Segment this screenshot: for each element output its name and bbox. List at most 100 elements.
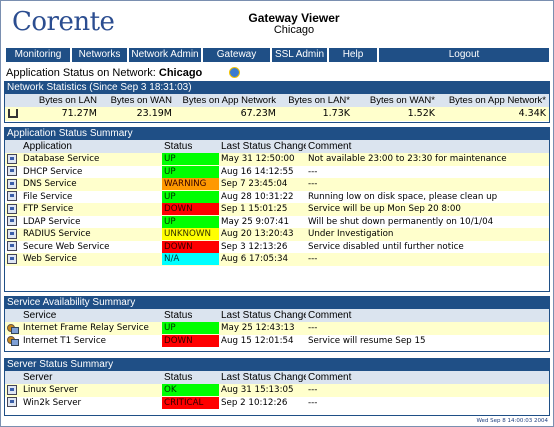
server-row[interactable]: Linux Server OK Aug 31 15:13:05 --- — [5, 384, 549, 397]
nav-logout[interactable]: Logout — [379, 48, 549, 62]
row-name[interactable]: FTP Service — [21, 203, 162, 216]
application-row[interactable]: DHCP Service UP Aug 16 14:12:55 --- — [5, 165, 549, 178]
nav-gateway-admin[interactable]: Gateway Admin — [203, 48, 272, 74]
application-icon[interactable] — [7, 216, 17, 226]
row-status-cell: DOWN — [162, 203, 219, 216]
status-badge: CRITICAL — [162, 396, 219, 409]
network-icon[interactable] — [8, 109, 18, 118]
row-status-cell: UP — [162, 215, 219, 228]
row-name[interactable]: Database Service — [21, 153, 162, 166]
col-status[interactable]: Status — [162, 371, 219, 384]
nav-networks[interactable]: Networks — [72, 48, 129, 62]
row-name[interactable]: Internet T1 Service — [21, 334, 162, 347]
service-availability-table: Service Status Last Status Change Commen… — [5, 309, 549, 347]
application-icon[interactable] — [7, 191, 17, 201]
row-status-cell: UP — [162, 322, 219, 335]
status-badge: UP — [162, 215, 219, 228]
row-name[interactable]: DNS Service — [21, 178, 162, 191]
row-status-cell: UP — [162, 190, 219, 203]
status-badge: UP — [162, 165, 219, 178]
col-server[interactable]: Server — [21, 371, 162, 384]
row-name[interactable]: DHCP Service — [21, 165, 162, 178]
row-name[interactable]: Internet Frame Relay Service — [21, 322, 162, 335]
application-row[interactable]: RADIUS Service UNKNOWN Aug 20 13:20:43 Unde… — [5, 228, 549, 241]
service-icon[interactable] — [7, 335, 19, 346]
status-badge: UP — [162, 153, 219, 166]
status-badge: DOWN — [162, 334, 219, 347]
stats-header-5: Bytes on WAN* — [353, 94, 438, 107]
row-comment: --- — [306, 396, 549, 409]
row-name[interactable]: LDAP Service — [21, 215, 162, 228]
row-icon-cell — [5, 228, 21, 241]
row-last-change: Sep 2 10:12:26 — [219, 396, 306, 409]
row-name[interactable]: File Service — [21, 190, 162, 203]
network-status-heading: Application Status on Network: Chicago — [6, 67, 202, 79]
application-icon[interactable] — [7, 178, 17, 189]
network-statistics-title: Network Statistics (Since Sep 3 18:31:03… — [5, 82, 549, 94]
row-status-cell: UNKNOWN — [162, 228, 219, 241]
main-nav: MonitoringNetworksNetwork AdminGateway A… — [6, 48, 549, 74]
application-icon[interactable] — [7, 166, 17, 176]
stats-header-6: Bytes on App Network* — [438, 94, 549, 107]
row-name[interactable]: RADIUS Service — [21, 228, 162, 241]
application-row[interactable]: LDAP Service UP May 25 9:07:41 Will be shut… — [5, 215, 549, 228]
row-comment: --- — [306, 384, 549, 397]
application-row[interactable]: Web Service N/A Aug 6 17:05:34 --- — [5, 253, 549, 266]
application-icon[interactable] — [7, 228, 17, 239]
row-last-change: Aug 6 17:05:34 — [219, 253, 306, 266]
col-comment: Comment — [306, 309, 549, 322]
row-comment: --- — [306, 165, 549, 178]
row-comment: Will be shut down permanently on 10/1/04 — [306, 215, 549, 228]
application-icon[interactable] — [7, 253, 17, 264]
row-icon-cell — [5, 178, 21, 191]
row-name[interactable]: Linux Server — [21, 384, 162, 397]
nav-network-admin[interactable]: Network Admin — [129, 48, 203, 62]
network-icon-cell[interactable] — [5, 107, 21, 121]
server-status-title: Server Status Summary — [5, 359, 549, 371]
page-title: Gateway Viewer — [248, 11, 340, 25]
application-row[interactable]: DNS Service WARNING Sep 7 23:45:04 --- — [5, 178, 549, 191]
refresh-icon[interactable] — [229, 67, 240, 78]
col-status[interactable]: Status — [162, 309, 219, 322]
row-status-cell: DOWN — [162, 334, 219, 347]
application-icon[interactable] — [7, 203, 17, 214]
col-service[interactable]: Service — [21, 309, 162, 322]
row-name[interactable]: Win2k Server — [21, 396, 162, 409]
application-row[interactable]: FTP Service DOWN Sep 1 15:01:25 Service wil… — [5, 203, 549, 216]
header-spacer — [5, 309, 21, 322]
application-row[interactable]: Database Service UP May 31 12:50:00 Not ava… — [5, 153, 549, 166]
row-icon-cell — [5, 153, 21, 166]
col-status[interactable]: Status — [162, 140, 219, 153]
application-icon[interactable] — [7, 153, 17, 164]
server-row[interactable]: Win2k Server CRITICAL Sep 2 10:12:26 --- — [5, 396, 549, 409]
row-last-change: Aug 15 12:01:54 — [219, 334, 306, 347]
stats-value-4: 1.73K — [279, 107, 353, 121]
application-icon[interactable] — [7, 241, 17, 251]
nav-monitoring[interactable]: Monitoring — [6, 48, 72, 62]
application-row[interactable]: Secure Web Service DOWN Sep 3 12:13:26 Serv… — [5, 240, 549, 253]
server-status-header-row: Server Status Last Status Change Comment — [5, 371, 549, 384]
col-last-change[interactable]: Last Status Change — [219, 140, 306, 153]
server-icon[interactable] — [7, 384, 17, 395]
col-last-change[interactable]: Last Status Change — [219, 309, 306, 322]
service-icon[interactable] — [7, 323, 19, 334]
row-comment: Under Investigation — [306, 228, 549, 241]
row-name[interactable]: Web Service — [21, 253, 162, 266]
row-status-cell: UP — [162, 153, 219, 166]
server-icon[interactable] — [7, 397, 17, 407]
row-last-change: May 31 12:50:00 — [219, 153, 306, 166]
service-row[interactable]: Internet Frame Relay Service UP May 25 12:… — [5, 322, 549, 335]
nav-help[interactable]: Help — [329, 48, 379, 62]
service-row[interactable]: Internet T1 Service DOWN Aug 15 12:01:54 Se… — [5, 334, 549, 347]
status-badge: UNKNOWN — [162, 228, 219, 241]
application-row[interactable]: File Service UP Aug 28 10:31:22 Running low… — [5, 190, 549, 203]
row-name[interactable]: Secure Web Service — [21, 240, 162, 253]
row-comment: Service will be up Mon Sep 20 8:00 — [306, 203, 549, 216]
row-status-cell: WARNING — [162, 178, 219, 191]
application-status-section: Application Status Summary Application S… — [4, 127, 550, 292]
service-availability-section: Service Availability Summary Service Sta… — [4, 296, 550, 352]
nav-ssl-admin[interactable]: SSL Admin — [272, 48, 329, 62]
col-last-change[interactable]: Last Status Change — [219, 371, 306, 384]
stats-header-4: Bytes on LAN* — [279, 94, 353, 107]
col-application[interactable]: Application — [21, 140, 162, 153]
